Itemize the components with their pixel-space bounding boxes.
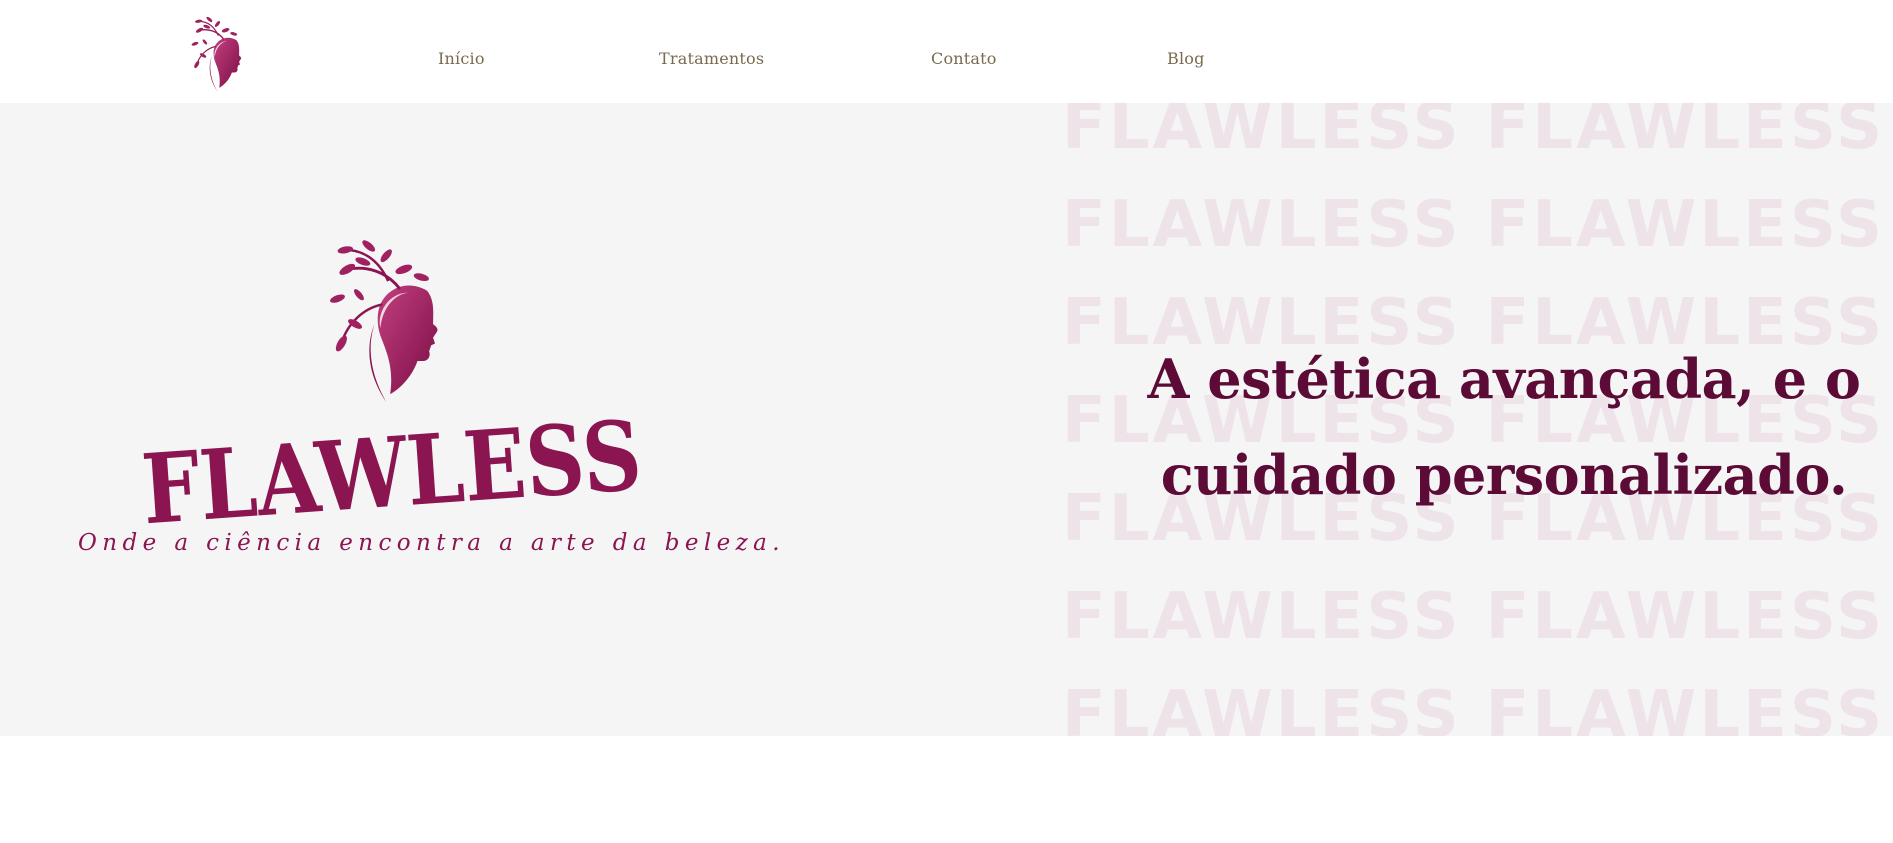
headline-line-2: cuidado personalizado. (1160, 443, 1848, 507)
pattern-word: FLAWLESS (1062, 678, 1462, 736)
pattern-word: FLAWLESS (1062, 580, 1462, 654)
hero-section: FLAWLESS FLAWLESS FLAWLESS FLAWLESS FLAWLE… (0, 103, 1893, 736)
pattern-row: FLAWLESS FLAWLESS (1062, 585, 1893, 649)
tagline: Onde a ciência encontra a arte da beleza… (78, 530, 785, 556)
woman-profile-leaves-icon (191, 16, 242, 92)
header-logo-link[interactable] (186, 12, 258, 98)
nav-contato-link[interactable]: Contato (931, 49, 997, 68)
nav-inicio-link[interactable]: Início (438, 49, 485, 68)
hero-headline: A estética avançada, e o cuidado persona… (1115, 331, 1893, 523)
pattern-word: FLAWLESS (1062, 103, 1462, 164)
brand-wordmark: FLAWLESS (138, 399, 645, 547)
pattern-word: FLAWLESS (1062, 188, 1462, 262)
pattern-word: FLAWLESS (1485, 103, 1886, 164)
pattern-word: FLAWLESS (1485, 580, 1886, 654)
pattern-row: FLAWLESS FLAWLESS (1062, 103, 1893, 159)
pattern-row: FLAWLESS FLAWLESS (1062, 683, 1893, 736)
nav-blog-link[interactable]: Blog (1167, 49, 1205, 68)
brand-name: FLAWLESS (138, 399, 645, 547)
pattern-word: FLAWLESS (1485, 678, 1886, 736)
pattern-row: FLAWLESS FLAWLESS (1062, 193, 1893, 257)
nav-tratamentos-link[interactable]: Tratamentos (659, 49, 764, 68)
woman-profile-leaves-icon (330, 240, 438, 402)
site-header: Início Tratamentos Contato Blog (0, 0, 1893, 103)
pattern-word: FLAWLESS (1485, 188, 1886, 262)
headline-line-1: A estética avançada, e o (1147, 347, 1861, 411)
